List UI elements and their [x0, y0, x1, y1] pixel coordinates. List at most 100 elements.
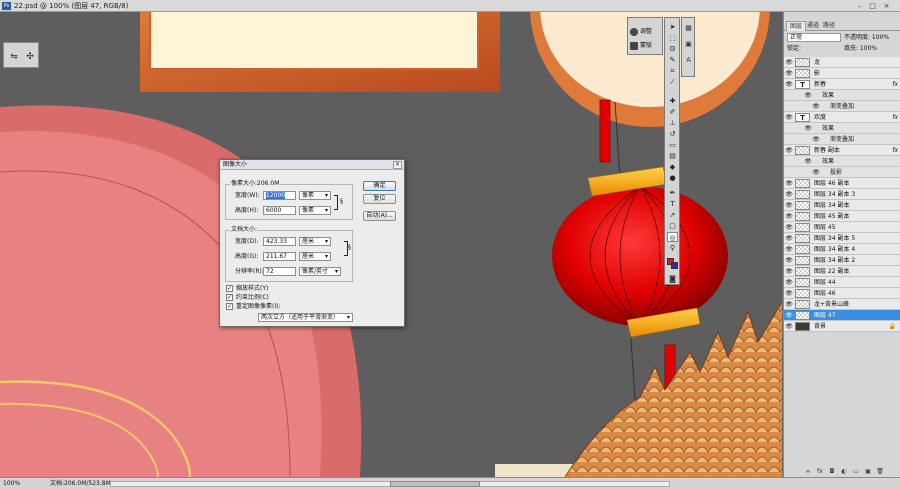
gradient-tool-icon[interactable]: ▤	[667, 151, 678, 161]
actions-panel-icon[interactable]: ▣	[684, 40, 693, 49]
resolution-input[interactable]: 72	[263, 267, 296, 276]
doc-width-input[interactable]: 423.33	[263, 237, 296, 246]
eraser-tool-icon[interactable]: ▭	[667, 140, 678, 150]
layer-row[interactable]: 👁 图层 34 副本 5	[784, 233, 900, 244]
visibility-eye-icon[interactable]: 👁	[785, 70, 793, 77]
doc-height-unit-select[interactable]: 厘米	[299, 252, 331, 261]
trash-icon[interactable]: 🗑	[874, 467, 886, 476]
layer-row[interactable]: 👁 图层 46	[784, 288, 900, 299]
scale-styles-checkbox[interactable]: ✓	[226, 285, 233, 292]
crop-tool-icon[interactable]: ⌗	[667, 66, 678, 76]
layer-row[interactable]: 👁 图层 44	[784, 277, 900, 288]
dodge-tool-icon[interactable]: ●	[667, 173, 678, 183]
fx-icon[interactable]: fx	[814, 467, 826, 476]
new-layer-icon[interactable]: ▣	[862, 467, 874, 476]
sliders-icon[interactable]: ⇋	[7, 50, 21, 64]
background-color-swatch[interactable]	[671, 262, 678, 269]
zoom-tool-icon[interactable]: ⚲	[667, 243, 678, 253]
adjustment-icon[interactable]: ◐	[838, 467, 850, 476]
mask-icon[interactable]: ◘	[826, 467, 838, 476]
layer-fx-badge[interactable]: fx	[892, 145, 898, 156]
visibility-eye-icon[interactable]: 👁	[785, 180, 793, 187]
layer-row[interactable]: 👁 图层 47	[784, 310, 900, 321]
history-brush-tool-icon[interactable]: ↺	[667, 129, 678, 139]
character-panel-icon[interactable]: A	[684, 56, 693, 65]
layer-row[interactable]: 👁 龙+背景山峰	[784, 299, 900, 310]
document-tab[interactable]: Ps 22.psd @ 100% (图层 47, RGB/8) – □ ×	[0, 0, 900, 12]
visibility-eye-icon[interactable]: 👁	[785, 213, 793, 220]
layer-row[interactable]: 👁 图层 45 副本	[784, 211, 900, 222]
layer-row[interactable]: 👁 图层 45	[784, 222, 900, 233]
layer-effect-row[interactable]: 👁 渐变叠加	[784, 101, 900, 112]
layer-row[interactable]: 👁 T 欢度 fx	[784, 112, 900, 123]
blend-mode-select[interactable]: 正常	[787, 33, 841, 42]
layer-effect-row[interactable]: 👁 效果	[784, 156, 900, 167]
constrain-proportions-checkbox[interactable]: ✓	[226, 294, 233, 301]
pixel-height-unit-select[interactable]: 像素	[299, 206, 331, 215]
zoom-level[interactable]: 100%	[3, 478, 20, 489]
reset-button[interactable]: 复位	[363, 194, 396, 204]
resolution-unit-select[interactable]: 像素/英寸	[299, 267, 341, 276]
visibility-eye-icon[interactable]: 👁	[785, 301, 793, 308]
maximize-icon[interactable]: □	[868, 2, 877, 10]
layer-effect-row[interactable]: 👁 渐变叠加	[784, 134, 900, 145]
fill-field[interactable]: 填充: 100%	[844, 44, 877, 53]
doc-height-input[interactable]: 211.67	[263, 252, 296, 261]
visibility-eye-icon[interactable]: 👁	[785, 279, 793, 286]
visibility-eye-icon[interactable]: 👁	[785, 147, 793, 154]
layer-row[interactable]: 👁 新春 副本 fx	[784, 145, 900, 156]
layer-row[interactable]: 👁 图层 22 副本	[784, 266, 900, 277]
layer-row[interactable]: 👁 图层 34 副本	[784, 200, 900, 211]
puppet-icon[interactable]: ✣	[23, 50, 37, 64]
scrollbar-thumb[interactable]	[390, 481, 480, 487]
type-tool-icon[interactable]: T	[667, 199, 678, 209]
layer-row[interactable]: 👁 图层 34 副本 4	[784, 244, 900, 255]
pixel-width-input[interactable]: 12000	[263, 191, 296, 200]
visibility-eye-icon[interactable]: 👁	[785, 191, 793, 198]
visibility-eye-icon[interactable]: 👁	[785, 224, 793, 231]
layer-effect-row[interactable]: 👁 效果	[784, 90, 900, 101]
path-select-tool-icon[interactable]: ➚	[667, 210, 678, 220]
visibility-eye-icon[interactable]: 👁	[785, 59, 793, 66]
resample-checkbox[interactable]: ✓	[226, 303, 233, 310]
healing-tool-icon[interactable]: ✚	[667, 96, 678, 106]
visibility-eye-icon[interactable]: 👁	[785, 114, 793, 121]
visibility-eye-icon[interactable]: 👁	[785, 202, 793, 209]
blur-tool-icon[interactable]: ◆	[667, 162, 678, 172]
layer-row[interactable]: 👁 T 新春 fx	[784, 79, 900, 90]
visibility-eye-icon[interactable]: 👁	[785, 257, 793, 264]
visibility-eye-icon[interactable]: 👁	[804, 92, 812, 99]
tab-paths[interactable]: 路径	[820, 21, 838, 31]
visibility-eye-icon[interactable]: 👁	[785, 246, 793, 253]
pixel-width-unit-select[interactable]: 像素	[299, 191, 331, 200]
tab-layers[interactable]: 图层	[786, 21, 807, 31]
group-icon[interactable]: ▭	[850, 467, 862, 476]
visibility-eye-icon[interactable]: 👁	[785, 312, 793, 319]
visibility-eye-icon[interactable]: 👁	[785, 81, 793, 88]
close-icon[interactable]: ×	[882, 2, 891, 10]
layer-effect-row[interactable]: 👁 投影	[784, 167, 900, 178]
visibility-eye-icon[interactable]: 👁	[804, 125, 812, 132]
layer-effect-row[interactable]: 👁 效果	[784, 123, 900, 134]
layer-row[interactable]: 👁 图层 34 副本 3	[784, 189, 900, 200]
auto-button[interactable]: 自动(A)...	[363, 211, 396, 221]
quick-select-tool-icon[interactable]: ✎	[667, 55, 678, 65]
pen-tool-icon[interactable]: ✒	[667, 188, 678, 198]
visibility-eye-icon[interactable]: 👁	[785, 235, 793, 242]
move-tool-icon[interactable]: ➤	[667, 22, 678, 32]
layer-row[interactable]: 👁 龙	[784, 57, 900, 68]
marquee-tool-icon[interactable]: ⬚	[667, 33, 678, 43]
lasso-tool-icon[interactable]: ʘ	[667, 44, 678, 54]
visibility-eye-icon[interactable]: 👁	[804, 158, 812, 165]
minimize-icon[interactable]: –	[855, 2, 864, 10]
history-panel-icon[interactable]: ▦	[684, 24, 693, 33]
pixel-height-input[interactable]: 6000	[263, 206, 296, 215]
3d-rotate-tool-icon[interactable]: ◎	[667, 232, 678, 242]
visibility-eye-icon[interactable]: 👁	[812, 169, 820, 176]
opacity-field[interactable]: 不透明度: 100%	[844, 33, 889, 42]
quick-mask-icon[interactable]: ◙	[667, 274, 678, 284]
layer-row[interactable]: 👁 影	[784, 68, 900, 79]
ok-button[interactable]: 确定	[363, 181, 396, 191]
brush-tool-icon[interactable]: ✐	[667, 107, 678, 117]
doc-width-unit-select[interactable]: 厘米	[299, 237, 331, 246]
